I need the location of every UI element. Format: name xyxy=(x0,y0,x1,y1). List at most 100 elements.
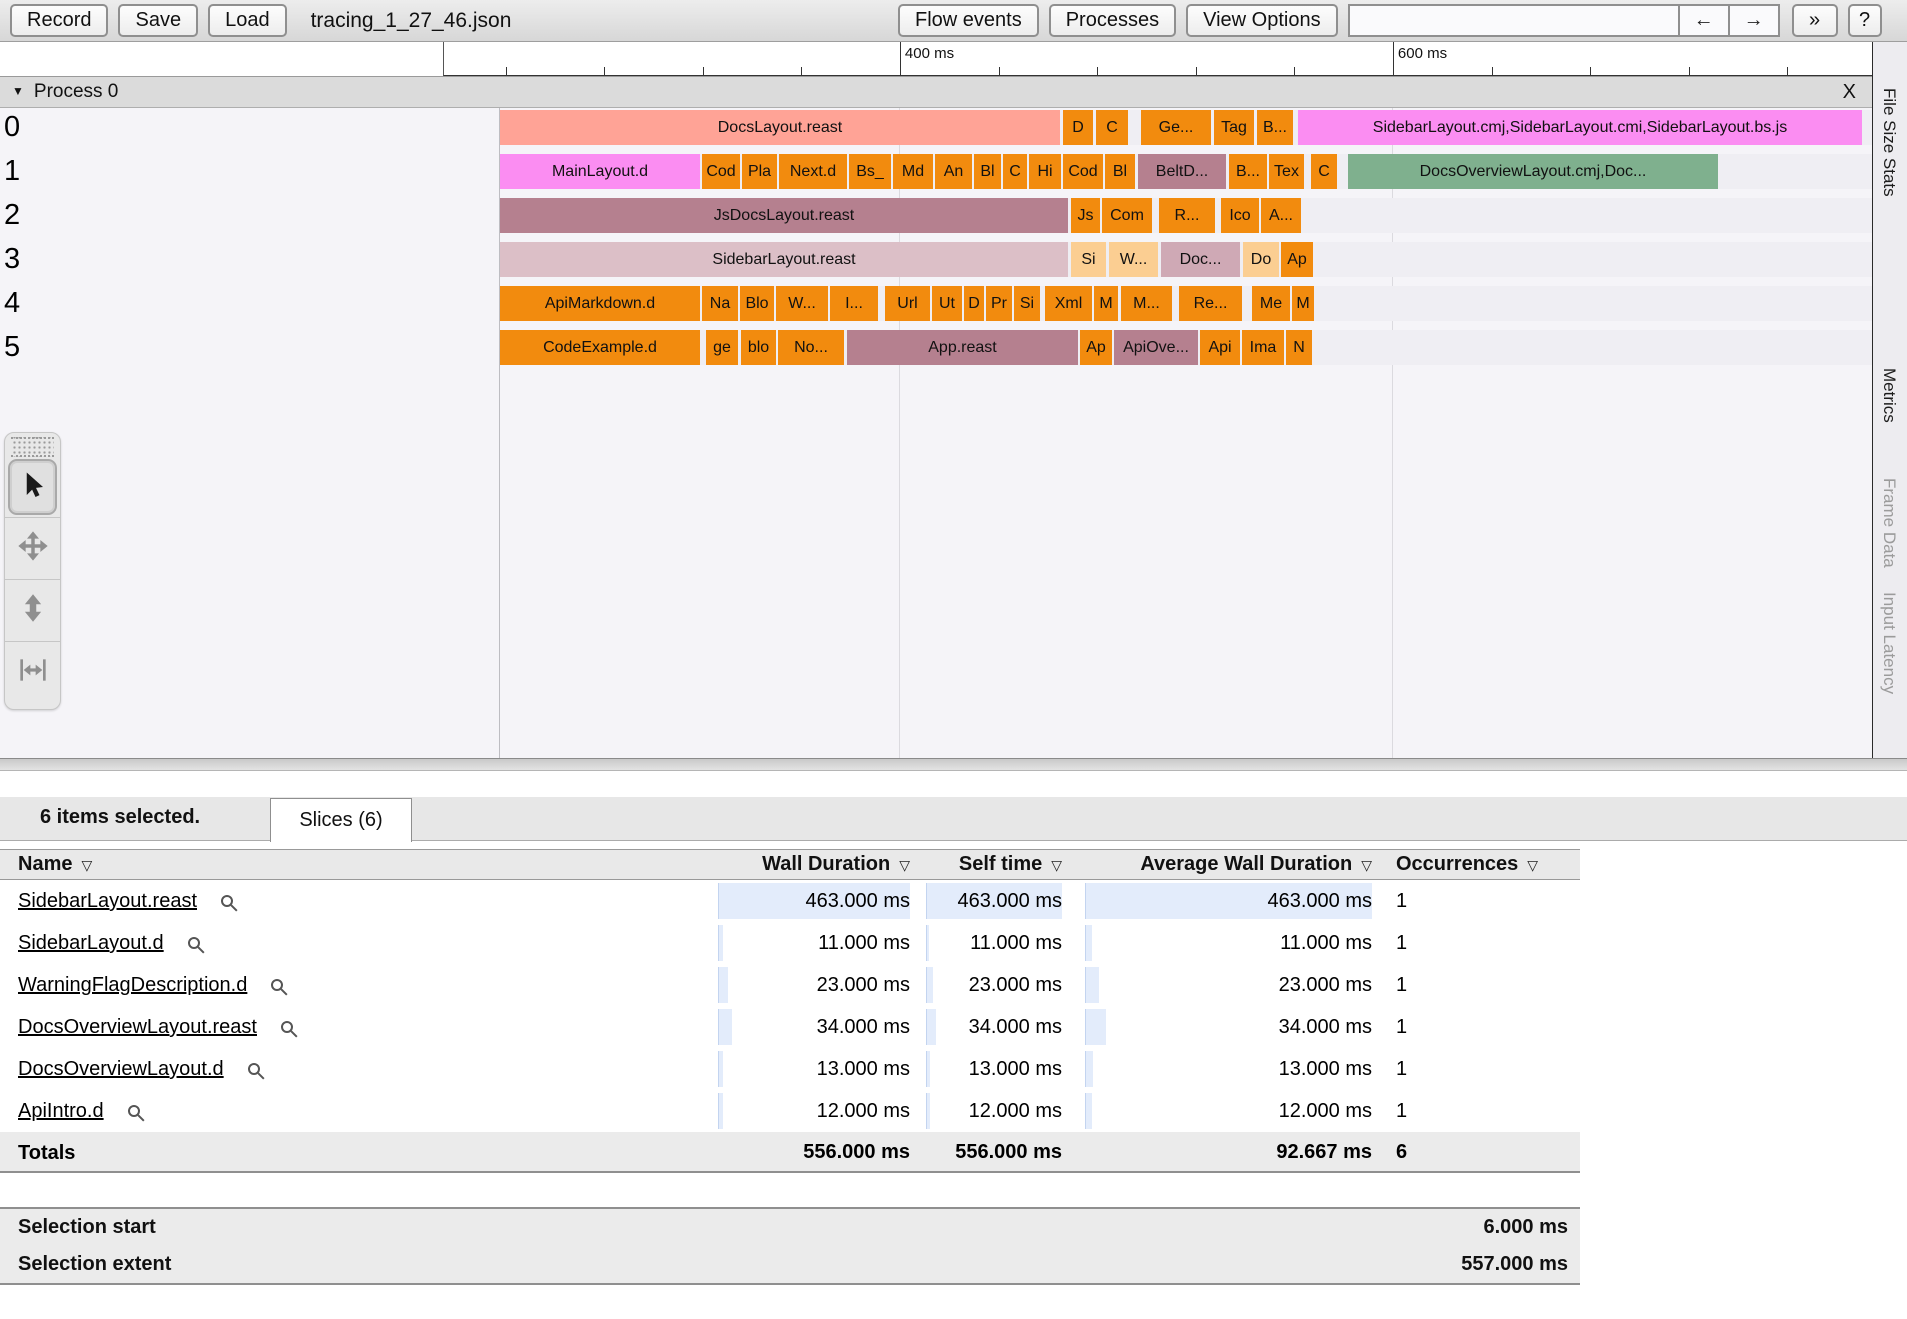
magnifier-icon[interactable] xyxy=(271,979,283,991)
trace-slice[interactable]: DocsLayout.reast xyxy=(500,110,1060,145)
trace-slice[interactable]: Bs_ xyxy=(849,154,891,189)
side-tab-frame-data[interactable]: Frame Data xyxy=(1879,478,1899,568)
zoom-tool-button[interactable] xyxy=(5,579,60,641)
trace-slice[interactable]: Js xyxy=(1071,198,1100,233)
trace-slice[interactable]: JsDocsLayout.reast xyxy=(500,198,1068,233)
find-next-button[interactable]: → xyxy=(1728,6,1778,35)
column-header-self-time[interactable]: Self time▽ xyxy=(926,850,1062,880)
trace-slice[interactable]: M xyxy=(1292,286,1314,321)
pan-tool-button[interactable] xyxy=(5,517,60,579)
trace-slice[interactable]: Do xyxy=(1243,242,1279,277)
magnifier-icon[interactable] xyxy=(248,1063,260,1075)
trace-slice[interactable]: Ap xyxy=(1080,330,1112,365)
record-button[interactable]: Record xyxy=(10,4,108,37)
trace-slice[interactable]: Ima xyxy=(1242,330,1284,365)
trace-slice[interactable]: M... xyxy=(1121,286,1172,321)
trace-slice[interactable]: D xyxy=(1063,110,1093,145)
trace-slice[interactable]: B... xyxy=(1229,154,1267,189)
more-tools-button[interactable]: » xyxy=(1792,4,1838,37)
process-header[interactable]: ▼Process 0 X xyxy=(0,76,1872,108)
trace-slice[interactable]: Com xyxy=(1102,198,1152,233)
pane-splitter[interactable] xyxy=(0,758,1907,771)
trace-slice[interactable]: CodeExample.d xyxy=(500,330,700,365)
trace-slice[interactable]: SidebarLayout.reast xyxy=(500,242,1068,277)
column-header-occurrences[interactable]: Occurrences▽ xyxy=(1396,850,1580,880)
magnifier-icon[interactable] xyxy=(188,937,200,949)
close-process-button[interactable]: X xyxy=(1837,80,1862,105)
processes-button[interactable]: Processes xyxy=(1049,4,1176,37)
trace-slice[interactable]: A... xyxy=(1261,198,1301,233)
load-button[interactable]: Load xyxy=(208,4,287,37)
column-header-wall-duration[interactable]: Wall Duration▽ xyxy=(718,850,910,880)
magnifier-icon[interactable] xyxy=(221,895,233,907)
flow-events-button[interactable]: Flow events xyxy=(898,4,1039,37)
trace-slice[interactable]: Re... xyxy=(1179,286,1242,321)
trace-slice[interactable]: DocsOverviewLayout.cmj,Doc... xyxy=(1348,154,1718,189)
trace-slice[interactable]: Tex xyxy=(1269,154,1304,189)
trace-slice[interactable]: Pr xyxy=(986,286,1012,321)
trace-slice[interactable]: W... xyxy=(1109,242,1158,277)
trace-slice[interactable]: Xml xyxy=(1045,286,1092,321)
trace-slice[interactable]: SidebarLayout.cmj,SidebarLayout.cmi,Side… xyxy=(1298,110,1862,145)
palette-grip-handle[interactable] xyxy=(11,437,54,457)
trace-slice[interactable]: I... xyxy=(830,286,878,321)
help-button[interactable]: ? xyxy=(1848,4,1882,37)
trace-slice[interactable]: M xyxy=(1094,286,1118,321)
trace-slice[interactable]: Md xyxy=(893,154,933,189)
trace-slice[interactable]: BeltD... xyxy=(1138,154,1226,189)
trace-slice[interactable]: Cod xyxy=(1063,154,1103,189)
trace-slice[interactable]: N xyxy=(1286,330,1312,365)
trace-slice[interactable]: Na xyxy=(702,286,738,321)
trace-slice[interactable]: App.reast xyxy=(847,330,1078,365)
column-header-name[interactable]: Name▽ xyxy=(0,850,718,880)
trace-slice[interactable]: Si xyxy=(1071,242,1106,277)
trace-slice[interactable]: C xyxy=(1003,154,1027,189)
trace-slice[interactable]: Ut xyxy=(932,286,962,321)
tab-slices[interactable]: Slices (6) xyxy=(270,798,412,842)
selection-tool-button[interactable] xyxy=(8,459,57,515)
trace-slice[interactable]: Tag xyxy=(1214,110,1254,145)
trace-slice[interactable]: Url xyxy=(885,286,930,321)
flame-chart-pane[interactable]: 0DocsLayout.reastDCGe...TagB...SidebarLa… xyxy=(0,108,1872,758)
slice-name-link[interactable]: WarningFlagDescription.d xyxy=(18,974,247,996)
trace-slice[interactable]: Doc... xyxy=(1161,242,1240,277)
trace-slice[interactable]: ApiOve... xyxy=(1114,330,1198,365)
trace-slice[interactable]: B... xyxy=(1257,110,1293,145)
magnifier-icon[interactable] xyxy=(128,1105,140,1117)
find-previous-button[interactable]: ← xyxy=(1678,6,1728,35)
trace-slice[interactable]: R... xyxy=(1159,198,1215,233)
slice-name-link[interactable]: DocsOverviewLayout.reast xyxy=(18,1016,257,1038)
trace-slice[interactable]: Pla xyxy=(742,154,777,189)
slice-name-link[interactable]: ApiIntro.d xyxy=(18,1100,104,1122)
magnifier-icon[interactable] xyxy=(281,1021,293,1033)
trace-slice[interactable]: Next.d xyxy=(779,154,847,189)
trace-slice[interactable]: C xyxy=(1096,110,1128,145)
trace-slice[interactable]: Bl xyxy=(974,154,1001,189)
slice-name-link[interactable]: DocsOverviewLayout.d xyxy=(18,1058,224,1080)
slice-name-link[interactable]: SidebarLayout.reast xyxy=(18,890,197,912)
trace-slice[interactable]: An xyxy=(935,154,972,189)
view-options-button[interactable]: View Options xyxy=(1186,4,1337,37)
trace-slice[interactable]: Me xyxy=(1252,286,1290,321)
trace-slice[interactable]: Ico xyxy=(1221,198,1259,233)
trace-slice[interactable]: Blo xyxy=(740,286,774,321)
side-tab-file-size-stats[interactable]: File Size Stats xyxy=(1879,88,1899,197)
side-tab-metrics[interactable]: Metrics xyxy=(1879,368,1899,423)
trace-slice[interactable]: Cod xyxy=(702,154,740,189)
side-tab-input-latency[interactable]: Input Latency xyxy=(1879,592,1899,694)
trace-slice[interactable]: ge xyxy=(706,330,738,365)
trace-slice[interactable]: Si xyxy=(1014,286,1040,321)
timeline-ruler[interactable]: 400 ms600 ms xyxy=(0,42,1872,76)
save-button[interactable]: Save xyxy=(118,4,198,37)
collapse-caret-icon[interactable]: ▼ xyxy=(12,84,24,98)
trace-slice[interactable]: Ge... xyxy=(1141,110,1211,145)
trace-slice[interactable]: Hi xyxy=(1029,154,1061,189)
trace-slice[interactable]: Api xyxy=(1200,330,1240,365)
trace-slice[interactable]: Bl xyxy=(1105,154,1135,189)
trace-slice[interactable]: W... xyxy=(776,286,828,321)
trace-slice[interactable]: C xyxy=(1311,154,1337,189)
timing-tool-button[interactable] xyxy=(5,641,60,703)
trace-slice[interactable]: blo xyxy=(741,330,776,365)
slice-name-link[interactable]: SidebarLayout.d xyxy=(18,932,164,954)
trace-slice[interactable]: Ap xyxy=(1281,242,1313,277)
